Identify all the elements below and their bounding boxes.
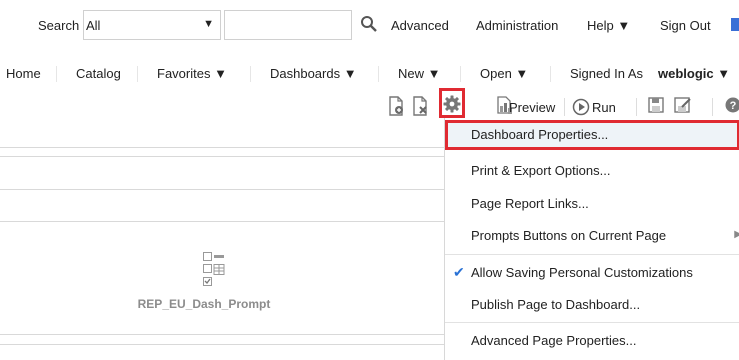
signed-in-user-menu[interactable]: weblogic ▼ bbox=[658, 66, 730, 81]
run-icon[interactable] bbox=[572, 98, 590, 116]
run-button[interactable]: Run bbox=[592, 100, 616, 115]
divider bbox=[0, 344, 444, 345]
divider bbox=[712, 98, 713, 116]
divider bbox=[0, 189, 444, 190]
divider bbox=[0, 147, 444, 148]
help-menu[interactable]: Help ▼ bbox=[587, 18, 630, 33]
menu-item-publish-page[interactable]: Publish Page to Dashboard... bbox=[445, 290, 739, 320]
menu-item-label: Prompts Buttons on Current Page bbox=[471, 228, 667, 243]
nav-open[interactable]: Open ▼ bbox=[480, 66, 528, 81]
administration-link[interactable]: Administration bbox=[476, 18, 558, 33]
main-nav: Home Catalog Favorites ▼ Dashboards ▼ Ne… bbox=[0, 52, 739, 94]
menu-divider bbox=[445, 254, 739, 255]
menu-item-label: Advanced Page Properties... bbox=[471, 333, 637, 348]
divider bbox=[550, 66, 551, 82]
nav-dashboards[interactable]: Dashboards ▼ bbox=[270, 66, 357, 81]
submenu-arrow-icon: ▶ bbox=[734, 229, 739, 240]
nav-new[interactable]: New ▼ bbox=[398, 66, 441, 81]
search-scope-select[interactable]: All ▼ bbox=[83, 10, 221, 40]
menu-divider bbox=[445, 322, 739, 323]
prompt-section-label[interactable]: REP_EU_Dash_Prompt bbox=[118, 297, 290, 311]
menu-item-label: Dashboard Properties... bbox=[471, 127, 609, 142]
search-scope-value: All bbox=[86, 18, 101, 33]
chevron-down-icon: ▼ bbox=[203, 18, 214, 30]
menu-item-page-report-links[interactable]: Page Report Links... bbox=[445, 189, 739, 219]
page-options-menu: Dashboard Properties... Print & Export O… bbox=[444, 118, 739, 360]
gear-icon bbox=[443, 95, 461, 113]
menu-item-allow-saving-customizations[interactable]: ✔ Allow Saving Personal Customizations bbox=[445, 258, 739, 288]
nav-home[interactable]: Home bbox=[6, 66, 41, 81]
menu-item-dashboard-properties[interactable]: Dashboard Properties... bbox=[445, 120, 739, 150]
divider bbox=[378, 66, 379, 82]
divider bbox=[137, 66, 138, 82]
top-header: Search All ▼ Advanced Administration Hel… bbox=[0, 0, 739, 52]
menu-item-label: Page Report Links... bbox=[471, 196, 589, 211]
divider bbox=[0, 221, 444, 222]
checkmark-icon: ✔ bbox=[453, 264, 465, 280]
menu-item-print-export-options[interactable]: Print & Export Options... bbox=[445, 156, 739, 186]
divider bbox=[460, 66, 461, 82]
menu-item-label: Allow Saving Personal Customizations bbox=[471, 265, 693, 280]
search-icon[interactable] bbox=[360, 15, 378, 33]
page-toolbar: Preview Run ? bbox=[0, 94, 739, 120]
sign-out-link[interactable]: Sign Out bbox=[660, 18, 711, 33]
search-label: Search bbox=[38, 18, 80, 33]
page-options-button[interactable] bbox=[439, 88, 465, 118]
preview-button[interactable]: Preview bbox=[509, 100, 555, 115]
menu-item-advanced-page-properties[interactable]: Advanced Page Properties... bbox=[445, 326, 739, 356]
save-as-icon[interactable] bbox=[674, 97, 692, 113]
delete-section-icon[interactable] bbox=[412, 96, 428, 116]
signed-in-label: Signed In As bbox=[570, 66, 643, 81]
divider bbox=[0, 334, 444, 335]
user-indicator bbox=[731, 18, 739, 31]
divider bbox=[564, 98, 565, 116]
divider bbox=[56, 66, 57, 82]
nav-favorites[interactable]: Favorites ▼ bbox=[157, 66, 227, 81]
help-icon[interactable]: ? bbox=[725, 97, 739, 113]
save-icon[interactable] bbox=[648, 97, 664, 113]
nav-catalog[interactable]: Catalog bbox=[76, 66, 121, 81]
menu-item-prompts-buttons[interactable]: Prompts Buttons on Current Page ▶ bbox=[445, 221, 739, 251]
divider bbox=[250, 66, 251, 82]
advanced-link[interactable]: Advanced bbox=[391, 18, 449, 33]
search-input[interactable] bbox=[224, 10, 352, 40]
menu-item-label: Print & Export Options... bbox=[471, 163, 611, 178]
prompt-icon bbox=[203, 252, 225, 286]
divider bbox=[636, 98, 637, 116]
divider bbox=[0, 156, 444, 157]
svg-text:?: ? bbox=[730, 100, 737, 112]
menu-item-label: Publish Page to Dashboard... bbox=[471, 297, 641, 312]
add-section-icon[interactable] bbox=[388, 96, 404, 116]
